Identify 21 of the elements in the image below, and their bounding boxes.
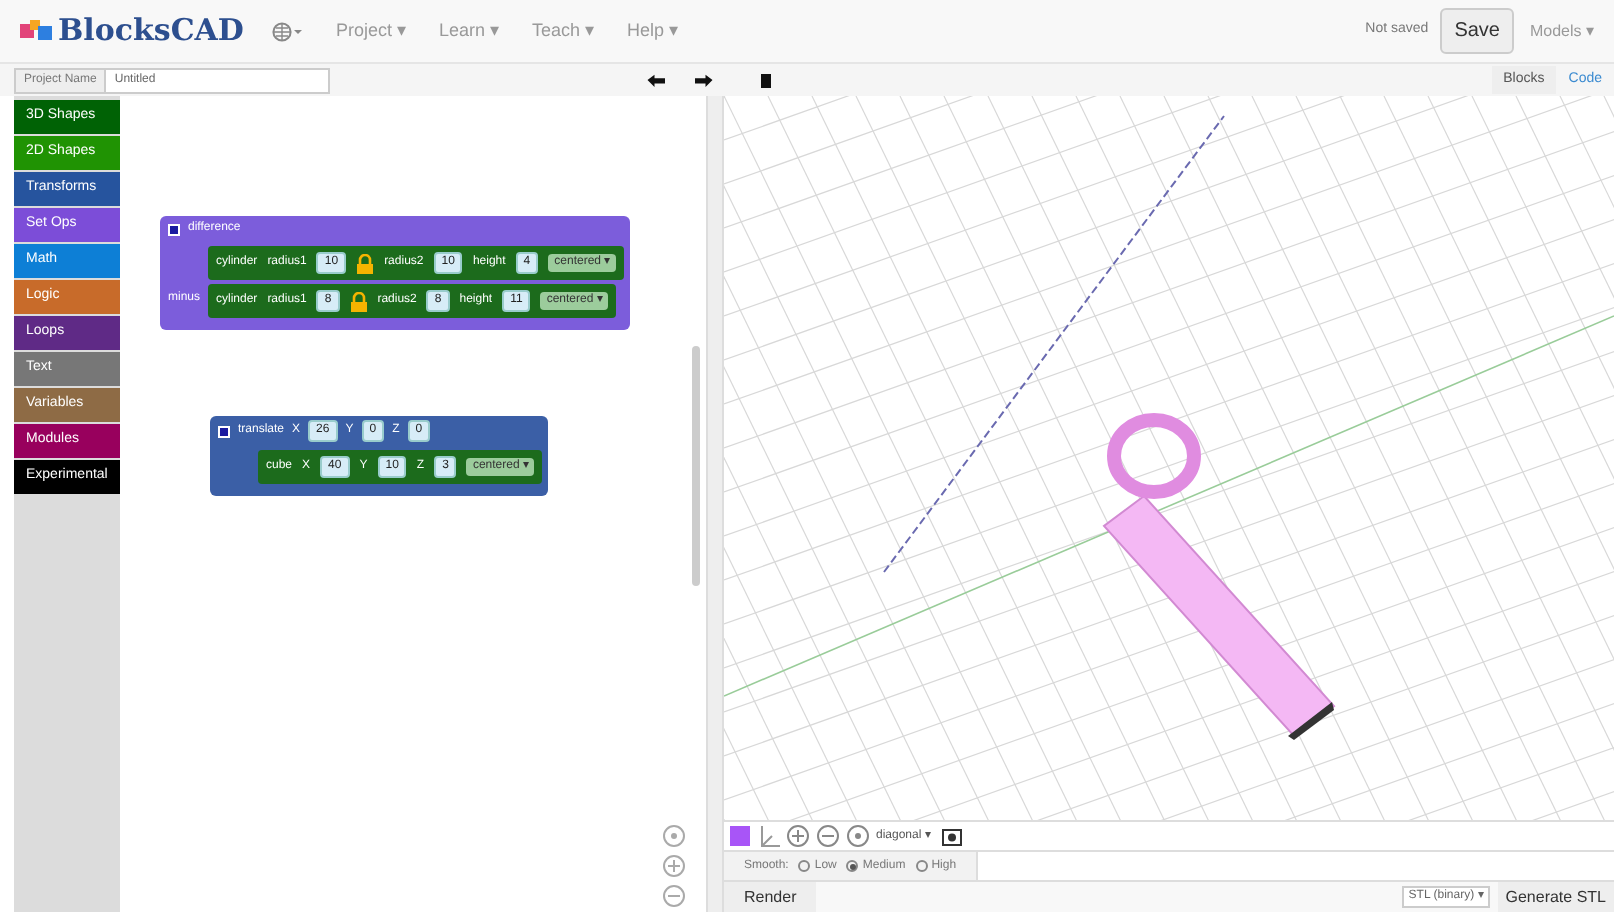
zoom-in-icon[interactable] <box>662 854 686 878</box>
scrollbar[interactable] <box>692 346 700 586</box>
target-icon[interactable] <box>846 824 870 848</box>
lock-icon[interactable] <box>349 291 368 311</box>
color-swatch[interactable] <box>730 826 750 846</box>
expand-icon[interactable] <box>168 223 180 235</box>
generate-stl-button[interactable]: Generate STL <box>1497 882 1614 912</box>
zoom-in-icon[interactable] <box>786 824 810 848</box>
center-icon[interactable] <box>662 824 686 848</box>
expand-icon[interactable] <box>218 425 230 437</box>
trash-icon[interactable] <box>759 72 772 88</box>
save-button[interactable]: Save <box>1440 8 1514 54</box>
logo-icon <box>20 19 52 43</box>
zoom-out-icon[interactable] <box>816 824 840 848</box>
axes-icon[interactable] <box>756 824 780 848</box>
camera-icon[interactable] <box>942 826 963 846</box>
lock-icon[interactable] <box>356 253 375 273</box>
zoom-out-icon[interactable] <box>662 884 686 908</box>
render-button[interactable]: Render <box>724 882 817 912</box>
globe-icon[interactable] <box>271 21 304 41</box>
logo-text: BlocksCAD <box>58 10 244 53</box>
